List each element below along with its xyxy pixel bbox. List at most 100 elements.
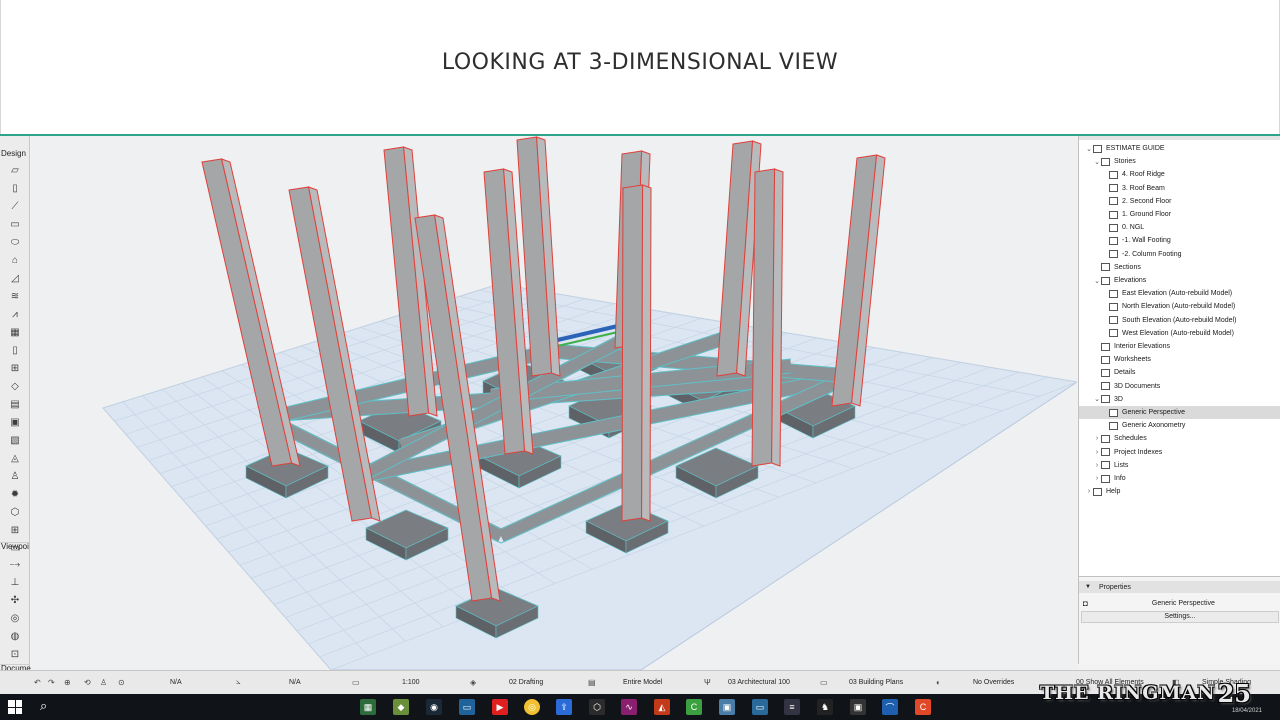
navigator-item[interactable]: ⌄ Elevations xyxy=(1079,274,1280,287)
collapse-arrow-icon[interactable]: › xyxy=(1093,475,1101,482)
search-icon[interactable]: ⌕ xyxy=(40,698,47,714)
collapse-arrow-icon[interactable]: › xyxy=(1093,449,1101,456)
properties-header[interactable]: ▼ Properties xyxy=(1079,581,1280,593)
elevation-tool-icon[interactable]: ⊥ xyxy=(7,575,23,589)
navigator-item[interactable]: 3D Documents xyxy=(1079,380,1280,393)
collapse-arrow-icon[interactable]: › xyxy=(1093,435,1101,442)
section-tool-icon[interactable]: ⤍ xyxy=(7,557,23,571)
unity-icon[interactable]: ⬡ xyxy=(589,699,605,715)
stair-tool-icon[interactable]: ≋ xyxy=(7,289,23,303)
grid-tool-icon[interactable]: ⊞ xyxy=(7,523,23,537)
navigator-item[interactable]: Sections xyxy=(1079,261,1280,274)
wall-tool-icon[interactable]: ▭ xyxy=(7,217,23,231)
document-3d-icon[interactable]: ⊡ xyxy=(7,647,23,661)
3d-model-canvas[interactable] xyxy=(31,136,1077,670)
light-tool-icon[interactable]: ✹ xyxy=(7,487,23,501)
detail-tool-icon[interactable]: ◍ xyxy=(7,629,23,643)
chrome-icon[interactable]: ◎ xyxy=(524,699,540,715)
shell-tool-icon[interactable]: ◿ xyxy=(7,271,23,285)
app-icon[interactable]: ▦ xyxy=(360,699,376,715)
minecraft-icon[interactable]: ◆ xyxy=(393,699,409,715)
navigator-item[interactable]: 3. Roof Beam xyxy=(1079,182,1280,195)
model-view-option[interactable]: Entire Model xyxy=(623,676,662,688)
roof-tool-icon[interactable]: ⌂ xyxy=(7,253,23,267)
railing-tool-icon[interactable]: ⩘ xyxy=(7,307,23,321)
navigator-item[interactable]: East Elevation (Auto-rebuild Model) xyxy=(1079,287,1280,300)
redo-icon[interactable]: ↷ xyxy=(48,676,55,688)
navigator-item[interactable]: ⌄ 3D xyxy=(1079,393,1280,406)
walk-icon[interactable]: ♙ xyxy=(100,676,107,688)
office-icon[interactable]: ◭ xyxy=(654,699,670,715)
navigator-item[interactable]: ⌄ Stories xyxy=(1079,155,1280,168)
orbit-icon[interactable]: ⟲ xyxy=(84,676,91,688)
overrides-icon[interactable]: ◐ xyxy=(936,676,941,688)
scale-value[interactable]: 1:100 xyxy=(402,676,420,688)
undo-icon[interactable]: ↶ xyxy=(34,676,41,688)
toolbox-section-design[interactable]: Design xyxy=(1,149,26,158)
layer-combination[interactable]: 02 Drafting xyxy=(509,676,543,688)
navigator-item[interactable]: Worksheets xyxy=(1079,353,1280,366)
lsc-icon[interactable]: ≡ xyxy=(784,699,800,715)
expand-arrow-icon[interactable]: ⌄ xyxy=(1093,158,1101,166)
navigator-item[interactable]: ⌄ ESTIMATE GUIDE xyxy=(1079,142,1280,155)
morph-tool-icon[interactable]: ⬡ xyxy=(7,505,23,519)
expand-arrow-icon[interactable]: ⌄ xyxy=(1093,277,1101,285)
navigator-item[interactable]: Generic Axonometry xyxy=(1079,419,1280,432)
beam-tool-icon[interactable]: ⟋ xyxy=(7,199,23,213)
navigator-item[interactable]: 4. Roof Ridge xyxy=(1079,168,1280,181)
collapse-arrow-icon[interactable]: › xyxy=(1085,488,1093,495)
recorder-icon[interactable]: C xyxy=(915,699,931,715)
scale-icon[interactable]: ▭ xyxy=(352,676,360,688)
dimension-icon[interactable]: ▭ xyxy=(820,676,828,688)
collapse-arrow-icon[interactable]: ▼ xyxy=(1085,584,1091,590)
layers-icon[interactable]: ◈ xyxy=(470,676,476,688)
figure-tool-icon[interactable]: ♙ xyxy=(7,469,23,483)
navigator-item[interactable]: 0. NGL xyxy=(1079,221,1280,234)
dimension-standard[interactable]: 03 Building Plans xyxy=(849,676,903,688)
pen-set[interactable]: 03 Architectural 100 xyxy=(728,676,790,688)
pen-set-icon[interactable]: Ψ xyxy=(704,676,711,688)
youtube-icon[interactable]: ▶ xyxy=(492,699,508,715)
navigator-item[interactable]: West Elevation (Auto-rebuild Model) xyxy=(1079,327,1280,340)
image-viewer-icon[interactable]: ▣ xyxy=(719,699,735,715)
navigator-item[interactable]: -2. Column Footing xyxy=(1079,248,1280,261)
archicad-icon[interactable]: ⌒ xyxy=(882,699,898,715)
navigator-item[interactable]: › Project Indexes xyxy=(1079,446,1280,459)
3d-viewport[interactable] xyxy=(31,136,1077,670)
arrow-tool-icon[interactable]: ▱ xyxy=(7,163,23,177)
column-tool-icon[interactable]: ▯ xyxy=(7,181,23,195)
lamp-tool-icon[interactable]: ◬ xyxy=(7,451,23,465)
presentation-icon[interactable]: ▭ xyxy=(752,699,768,715)
skylight-tool-icon[interactable]: ◇ xyxy=(7,379,23,393)
navigator-item[interactable]: › Lists xyxy=(1079,459,1280,472)
curtain-wall-icon[interactable]: ▦ xyxy=(7,325,23,339)
mesh-tool-icon[interactable]: ▧ xyxy=(7,433,23,447)
media-icon[interactable]: ▣ xyxy=(850,699,866,715)
navigator-item[interactable]: 2. Second Floor xyxy=(1079,195,1280,208)
expand-arrow-icon[interactable]: ⌄ xyxy=(1093,395,1101,403)
navigator-item[interactable]: Details xyxy=(1079,366,1280,379)
collapse-arrow-icon[interactable]: › xyxy=(1093,462,1101,469)
folder-icon[interactable]: ▭ xyxy=(459,699,475,715)
fit-icon[interactable]: ⊙ xyxy=(118,676,125,688)
windows-start-icon[interactable] xyxy=(8,700,22,714)
camtasia-icon[interactable]: C xyxy=(686,699,702,715)
zoom-icon[interactable]: ⊕ xyxy=(64,676,71,688)
navigator-item[interactable]: Interior Elevations xyxy=(1079,340,1280,353)
slab-tool-icon[interactable]: ⬭ xyxy=(7,235,23,249)
navigator-item[interactable]: Generic Perspective xyxy=(1079,406,1280,419)
steam-icon[interactable]: ◉ xyxy=(426,699,442,715)
navigator-item[interactable]: -1. Wall Footing xyxy=(1079,234,1280,247)
expand-arrow-icon[interactable]: ⌄ xyxy=(1085,145,1093,153)
navigator-item[interactable]: › Info xyxy=(1079,472,1280,485)
settings-button[interactable]: Settings... xyxy=(1081,611,1279,623)
zoom-value[interactable]: N/A xyxy=(170,676,182,688)
navigator-item[interactable]: › Help xyxy=(1079,485,1280,498)
door-tool-icon[interactable]: ▯ xyxy=(7,343,23,357)
zone-tool-icon[interactable]: ▣ xyxy=(7,415,23,429)
network-icon[interactable]: ⇪ xyxy=(556,699,572,715)
navigator-item[interactable]: 1. Ground Floor xyxy=(1079,208,1280,221)
object-tool-icon[interactable]: ▤ xyxy=(7,397,23,411)
rhino-icon[interactable]: ♞ xyxy=(817,699,833,715)
angle-value[interactable]: N/A xyxy=(289,676,301,688)
